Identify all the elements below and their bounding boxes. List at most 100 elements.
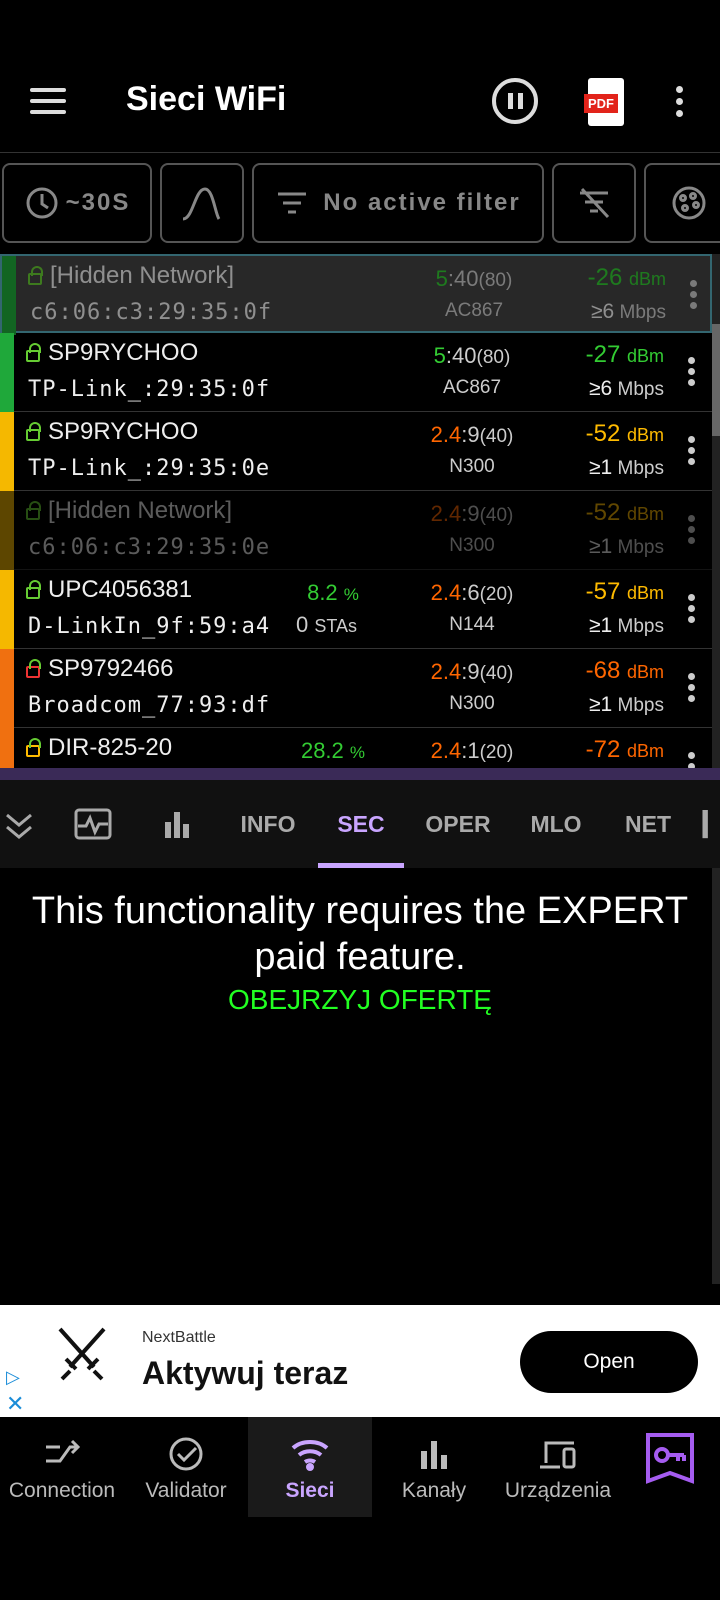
nav-premium[interactable] [630, 1417, 710, 1517]
overflow-menu-icon[interactable] [676, 86, 684, 118]
lock-icon [26, 343, 41, 362]
bottom-navigation: Connection Validator Sieci Kanały Urządz… [0, 1417, 720, 1517]
expert-required-message: This functionality requires the EXPERT p… [0, 888, 720, 980]
panel-divider[interactable] [0, 768, 720, 780]
channel-width: (40) [479, 426, 514, 447]
network-standard: N300 [449, 693, 495, 714]
wifi-icon [291, 1440, 329, 1471]
nav-connection[interactable]: Connection [0, 1417, 124, 1517]
pdf-export-button[interactable]: PDF [584, 78, 624, 126]
network-rate: ≥1 Mbps [560, 456, 664, 480]
network-rate: ≥1 Mbps [560, 535, 664, 559]
nav-kanaly[interactable]: Kanały [372, 1417, 496, 1517]
row-menu-icon[interactable] [688, 673, 696, 706]
stas-label: STAs [314, 616, 358, 636]
row-menu-icon[interactable] [688, 436, 696, 469]
hamburger-menu-icon[interactable] [30, 88, 66, 116]
row-menu-icon[interactable] [688, 594, 696, 627]
util-value: 28.2 [300, 738, 344, 763]
network-ssid: UPC4056381 [26, 576, 192, 604]
ssid-text: SP9RYCHOO [48, 339, 199, 366]
signal-value: -57 [585, 578, 621, 605]
network-row[interactable]: SP9RYCHOO TP-Link_:29:35:0e 2.4:9(40) N300 -… [0, 412, 712, 491]
message-line-1: This functionality requires the EXPERT [31, 890, 689, 932]
tab-overflow[interactable]: ▎ [703, 780, 720, 868]
util-unit: % [343, 585, 359, 604]
network-ssid: SP9RYCHOO [26, 418, 198, 446]
ad-banner[interactable]: NextBattle Aktywuj teraz Open ▷ ✕ [0, 1305, 720, 1417]
band: 2.4 [430, 501, 462, 526]
signal-unit: dBm [626, 583, 664, 603]
network-signal: -57 dBm [560, 578, 664, 606]
clear-filter-button[interactable] [552, 163, 636, 243]
network-row[interactable]: SP9792466 Broadcom_77:93:df 2.4:9(40) N300 -… [0, 649, 712, 728]
network-standard: N300 [449, 456, 495, 477]
signal-color-bar [0, 333, 14, 412]
ssid-text: [Hidden Network] [50, 262, 235, 289]
devices-icon [540, 1441, 576, 1469]
tab-oper[interactable]: OPER [414, 780, 502, 868]
channel: :40 [445, 343, 477, 368]
rate-unit: Mbps [617, 458, 664, 479]
row-menu-icon[interactable] [688, 515, 696, 548]
network-standard: AC867 [442, 377, 502, 398]
signal-history-tab-icon[interactable] [62, 780, 124, 868]
filter-toolbar: ~30S No active filter [0, 152, 720, 253]
ad-close-icon[interactable]: ✕ [6, 1391, 24, 1417]
nav-label: Sieci [285, 1479, 335, 1502]
row-menu-icon[interactable] [690, 280, 698, 313]
network-bssid: D-LinkIn_9f:59:a4 [28, 614, 271, 639]
ad-headline: Aktywuj teraz [142, 1355, 349, 1391]
row-menu-icon[interactable] [688, 357, 696, 390]
network-signal: -68 dBm [560, 657, 664, 685]
nav-validator[interactable]: Validator [124, 1417, 248, 1517]
tab-mlo[interactable]: MLO [514, 780, 598, 868]
nav-urzadzenia[interactable]: Urządzenia [496, 1417, 620, 1517]
network-bssid: TP-Link_:29:35:0e [28, 456, 271, 481]
network-row[interactable]: [Hidden Network] c6:06:c3:29:35:0f 5:40(80… [0, 254, 712, 335]
signal-graph-button[interactable] [160, 163, 244, 243]
stats-tab-icon[interactable] [146, 780, 208, 868]
network-row[interactable]: [Hidden Network] c6:06:c3:29:35:0e 2.4:9(4… [0, 491, 712, 570]
ad-open-button[interactable]: Open [520, 1331, 698, 1393]
channel-width: (20) [479, 584, 514, 605]
band: 5 [433, 343, 446, 368]
network-channel: 5:40(80) [396, 343, 548, 369]
tab-sec[interactable]: SEC [318, 780, 404, 868]
network-row[interactable]: SP9RYCHOO TP-Link_:29:35:0f 5:40(80) AC867 -… [0, 333, 712, 412]
network-channel: 2.4:1(20) [396, 738, 548, 764]
tab-info[interactable]: INFO [224, 780, 312, 868]
channel-utilization: 28.2 % [278, 738, 388, 764]
network-standard: AC867 [444, 300, 504, 321]
adchoices-icon[interactable]: ▷ [6, 1367, 20, 1388]
nav-sieci[interactable]: Sieci [248, 1417, 372, 1517]
station-count: 0 STAs [296, 612, 357, 638]
view-offer-link[interactable]: OBEJRZYJ OFERTĘ [0, 984, 720, 1016]
tab-net[interactable]: NET [606, 780, 690, 868]
signal-color-bar [0, 728, 14, 768]
network-row[interactable]: DIR-825-20 2.4:1(20) -72 dBm 28.2 % [0, 728, 712, 768]
detail-tab-bar: INFO SEC OPER MLO NET ▎ [0, 780, 720, 868]
signal-color-bar [0, 649, 14, 728]
signal-unit: dBm [626, 425, 664, 445]
scan-interval-button[interactable]: ~30S [2, 163, 152, 243]
pause-scan-button[interactable] [492, 78, 538, 124]
row-menu-icon[interactable] [688, 752, 696, 768]
util-unit: % [349, 743, 366, 762]
ssid-text: SP9792466 [48, 655, 174, 682]
band: 2.4 [430, 580, 462, 605]
vendor-filter-button[interactable] [644, 163, 720, 243]
filter-button[interactable]: No active filter [252, 163, 544, 243]
rate-value: ≥1 [589, 535, 613, 558]
network-channel: 2.4:6(20) [396, 580, 548, 606]
bar-chart-icon [421, 1441, 447, 1469]
scrollbar-thumb[interactable] [712, 324, 720, 436]
channel-width: (80) [476, 347, 511, 368]
rate-value: ≥1 [589, 456, 613, 479]
collapse-panel-icon[interactable] [0, 780, 40, 868]
channel-width: (80) [478, 270, 513, 291]
network-channel: 2.4:9(40) [396, 422, 548, 448]
network-row[interactable]: UPC4056381 D-LinkIn_9f:59:a4 2.4:6(20) N144… [0, 570, 712, 649]
filter-label: No active filter [323, 189, 521, 216]
clock-icon [26, 187, 58, 219]
